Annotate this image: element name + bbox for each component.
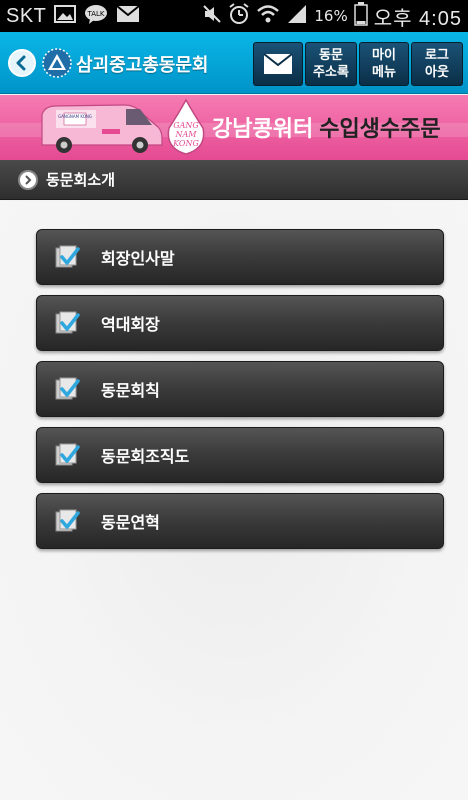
chevron-left-icon: [16, 55, 26, 71]
logout-button[interactable]: 로그 아웃: [411, 42, 463, 86]
brand-line-1: GANG: [173, 121, 199, 130]
checklist-icon: [55, 311, 80, 334]
alarm-icon: [228, 3, 250, 29]
menu-item-label: 역대회장: [101, 315, 160, 334]
menu-item-history[interactable]: 동문연혁: [36, 493, 444, 549]
mail-icon: [116, 5, 141, 27]
banner-text: 강남콩워터 수입생수주문: [212, 111, 441, 143]
menu-item-org-chart[interactable]: 동문회조직도: [36, 427, 444, 483]
checklist-icon: [55, 377, 80, 400]
logo-icon: [42, 48, 72, 78]
signal-icon: [286, 4, 308, 28]
checklist-icon: [55, 245, 80, 268]
address-book-label-2: 주소록: [313, 65, 349, 80]
status-bar: SKT TALK 16% 오후 4:05: [0, 0, 468, 32]
ad-banner[interactable]: GANGNAM KONG GANG NAM KONG 강남콩워터 수입생수주문: [0, 95, 468, 160]
menu-item-label: 동문회칙: [101, 381, 160, 400]
menu-item-label: 동문연혁: [101, 513, 160, 532]
app-header: 삼괴중고총동문회 동문 주소록 마이 메뉴 로그 아웃: [0, 32, 468, 94]
menu-item-president-greeting[interactable]: 회장인사말: [36, 229, 444, 285]
menu-item-label: 동문회조직도: [101, 447, 190, 466]
clock: 오후 4:05: [373, 7, 462, 30]
menu-item-label: 회장인사말: [101, 249, 175, 268]
logout-label-2: 아웃: [425, 65, 449, 80]
van-label: GANGNAM KONG: [58, 114, 92, 119]
envelope-icon: [263, 53, 293, 74]
my-menu-label-2: 메뉴: [372, 65, 396, 80]
battery-icon: [353, 2, 368, 30]
address-book-label-1: 동문: [319, 48, 343, 63]
mail-button[interactable]: [253, 42, 303, 86]
section-header: 동문회소개: [0, 160, 468, 200]
battery-percent: 16%: [314, 7, 348, 25]
chevron-right-circle-icon: [18, 169, 38, 190]
wifi-icon: [256, 4, 280, 28]
brand-line-3: KONG: [172, 139, 199, 148]
my-menu-button[interactable]: 마이 메뉴: [359, 42, 409, 86]
delivery-van-image: GANGNAM KONG: [41, 104, 163, 153]
talk-icon: TALK: [84, 4, 108, 28]
app-title: 삼괴중고총동문회: [76, 55, 209, 76]
banner-brand-text: 강남콩워터: [212, 117, 314, 142]
image-icon: [54, 5, 77, 27]
menu-item-past-presidents[interactable]: 역대회장: [36, 295, 444, 351]
brand-line-2: NAM: [175, 130, 198, 139]
back-button[interactable]: [8, 49, 36, 77]
carrier-label: SKT: [6, 4, 47, 27]
mute-icon: [202, 4, 222, 28]
menu-item-bylaws[interactable]: 동문회칙: [36, 361, 444, 417]
section-title: 동문회소개: [46, 171, 116, 189]
checklist-icon: [55, 443, 80, 466]
logout-label-1: 로그: [425, 48, 449, 63]
my-menu-label-1: 마이: [372, 48, 396, 63]
address-book-button[interactable]: 동문 주소록: [305, 42, 357, 86]
checklist-icon: [55, 509, 80, 532]
water-drop-logo: GANG NAM KONG: [167, 98, 205, 155]
svg-text:TALK: TALK: [87, 10, 105, 18]
banner-order-text: 수입생수주문: [319, 117, 441, 142]
